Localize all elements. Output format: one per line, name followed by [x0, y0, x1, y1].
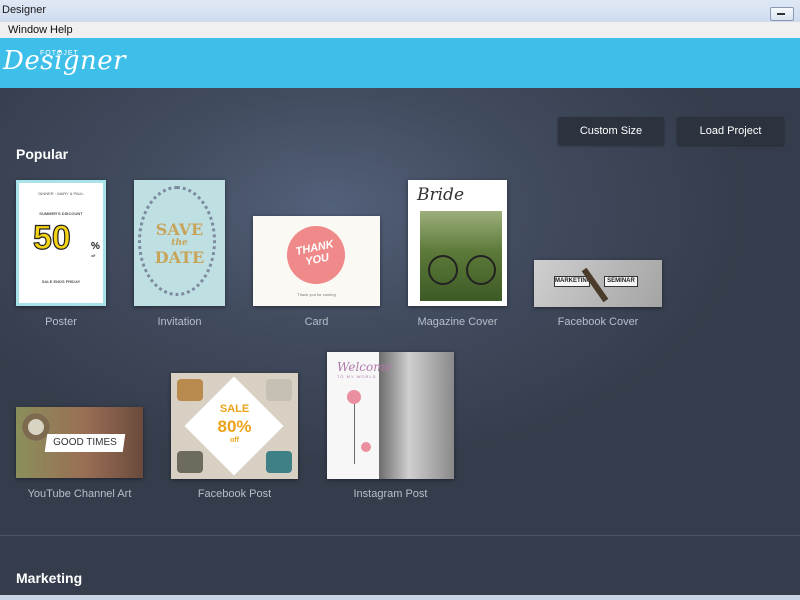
label-card: Card	[304, 316, 329, 328]
label-facebook-cover: Facebook Cover	[557, 316, 639, 328]
magazine-title: Bride	[417, 185, 464, 205]
template-facebook-post[interactable]: SALE 80% off	[171, 373, 298, 479]
menu-window[interactable]: Window	[8, 24, 47, 36]
post-off: off	[230, 437, 239, 444]
label-facebook-post: Facebook Post	[197, 488, 272, 500]
window-title: Designer	[2, 4, 47, 16]
template-card[interactable]: THANK YOU Thank you for coming	[253, 216, 380, 306]
template-facebook-cover[interactable]: MARKETING SEMINAR	[534, 260, 662, 307]
magazine-photo	[420, 211, 502, 301]
label-invitation: Invitation	[157, 316, 202, 328]
cover-seminar: SEMINAR	[604, 276, 638, 287]
insta-subtitle: TO MY WORLD	[337, 374, 377, 379]
shoe-image	[266, 451, 292, 473]
flower-icon	[361, 442, 371, 452]
template-gallery	[0, 88, 800, 595]
window-bottom-border	[0, 595, 800, 600]
invite-the: the	[171, 238, 188, 248]
section-divider	[0, 535, 800, 536]
poster-percent: %	[91, 241, 100, 252]
template-poster[interactable]: DINNER · MARY & PAUL SUMMER'S DISCOUNT 5…	[16, 180, 106, 306]
menu-help[interactable]: Help	[50, 24, 73, 36]
template-magazine-cover[interactable]: Bride	[408, 180, 507, 306]
post-sale: SALE	[219, 403, 250, 415]
title-bar: Designer	[0, 0, 800, 23]
youtube-title: GOOD TIMES	[53, 437, 117, 448]
poster-headline: SUMMER'S DISCOUNT	[39, 211, 83, 216]
template-youtube-channel-art[interactable]: GOOD TIMES	[16, 407, 143, 478]
app-logo: Designer	[3, 46, 127, 76]
template-instagram-post[interactable]: Welcome TO MY WORLD	[327, 352, 454, 479]
poster-text: DINNER · MARY & PAUL	[38, 191, 84, 196]
shoe-image	[266, 379, 292, 401]
flower-icon	[347, 390, 361, 404]
poster-off: off	[91, 253, 96, 258]
poster-sale-ends: SALE ENDS FRIDAY	[41, 279, 81, 284]
menu-bar: Window Help	[0, 22, 800, 39]
bicycle-wheel-icon	[466, 255, 496, 285]
section-title-popular: Popular	[16, 146, 69, 162]
shoe-image	[177, 451, 203, 473]
label-youtube-channel-art: YouTube Channel Art	[27, 488, 132, 500]
poster-discount: 50	[32, 218, 71, 257]
bicycle-wheel-icon	[428, 255, 458, 285]
invite-save: SAVE	[155, 220, 204, 239]
label-magazine-cover: Magazine Cover	[417, 316, 498, 328]
shoe-image	[177, 379, 203, 401]
section-title-marketing: Marketing	[16, 570, 83, 586]
load-project-button[interactable]: Load Project	[677, 117, 784, 145]
insta-welcome: Welcome	[337, 360, 392, 374]
template-invitation[interactable]: SAVE the DATE	[134, 180, 225, 306]
invite-date: DATE	[154, 248, 205, 267]
minimize-icon	[777, 13, 785, 15]
custom-size-button[interactable]: Custom Size	[558, 117, 664, 145]
label-poster: Poster	[45, 316, 77, 328]
flower-stem	[354, 404, 355, 464]
cover-marketing: MARKETING	[554, 276, 591, 287]
minimize-button[interactable]	[770, 7, 794, 21]
label-instagram-post: Instagram Post	[353, 488, 428, 500]
card-caption: Thank you for coming	[297, 292, 336, 297]
post-percent: 80%	[217, 417, 252, 436]
